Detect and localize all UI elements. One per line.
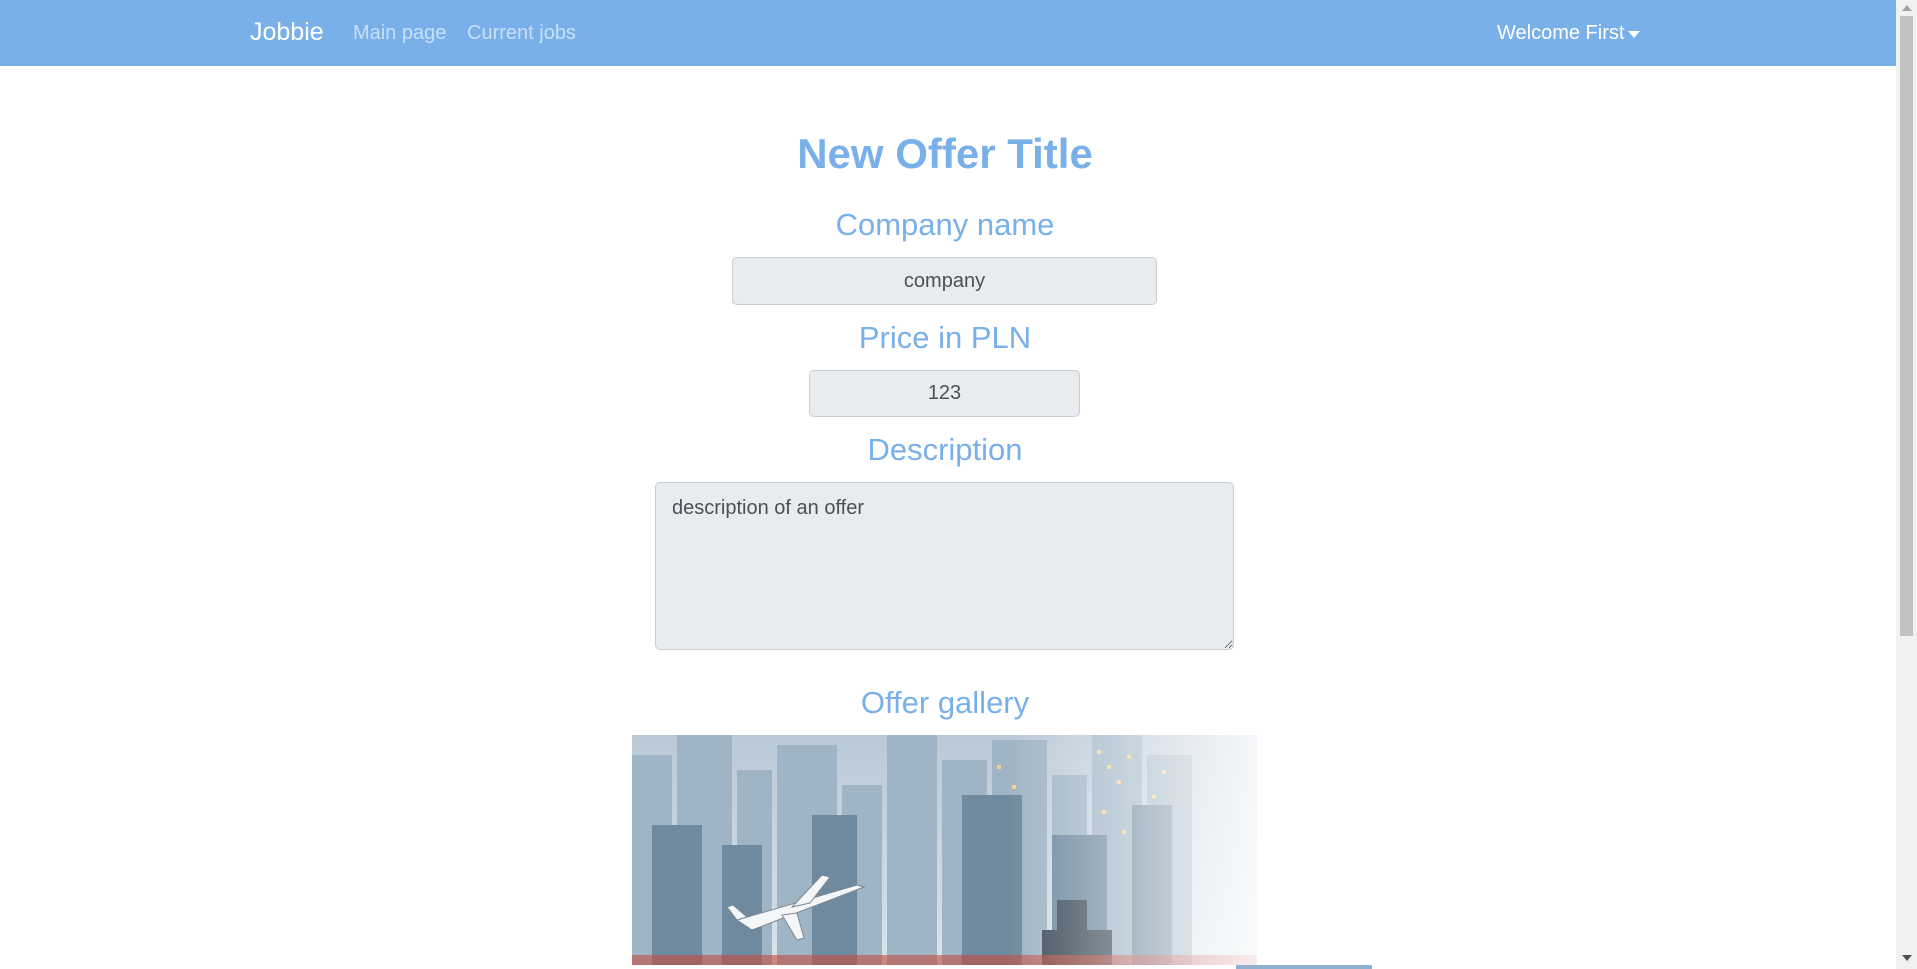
gallery-image[interactable] <box>632 735 1257 965</box>
price-field[interactable] <box>809 370 1080 417</box>
company-name-label: Company name <box>835 207 1055 242</box>
offer-gallery-label: Offer gallery <box>860 685 1030 720</box>
brand-link[interactable]: Jobbie <box>250 16 324 48</box>
scroll-up-arrow-icon[interactable] <box>1902 5 1912 11</box>
gallery-thumbnail-image[interactable] <box>1236 965 1372 969</box>
price-label: Price in PLN <box>858 320 1032 355</box>
user-menu-dropdown[interactable]: Welcome First <box>1497 20 1641 46</box>
page: Jobbie Main page Current jobs Welcome Fi… <box>0 0 1917 969</box>
description-label: Description <box>867 432 1023 467</box>
city-airplane-photo-icon <box>632 735 1257 965</box>
scrollbar-thumb[interactable] <box>1900 16 1913 636</box>
nav-link-current-jobs[interactable]: Current jobs <box>467 20 576 46</box>
scroll-down-arrow-icon[interactable] <box>1902 955 1912 961</box>
navbar: Jobbie Main page Current jobs Welcome Fi… <box>0 0 1896 66</box>
page-title: New Offer Title <box>797 130 1093 177</box>
page-scrollbar[interactable] <box>1896 0 1917 969</box>
caret-down-icon <box>1628 30 1641 38</box>
nav-link-main-page[interactable]: Main page <box>353 20 446 46</box>
user-menu-label: Welcome First <box>1497 22 1625 44</box>
company-name-field[interactable] <box>732 257 1157 305</box>
description-field[interactable]: description of an offer <box>655 482 1234 650</box>
